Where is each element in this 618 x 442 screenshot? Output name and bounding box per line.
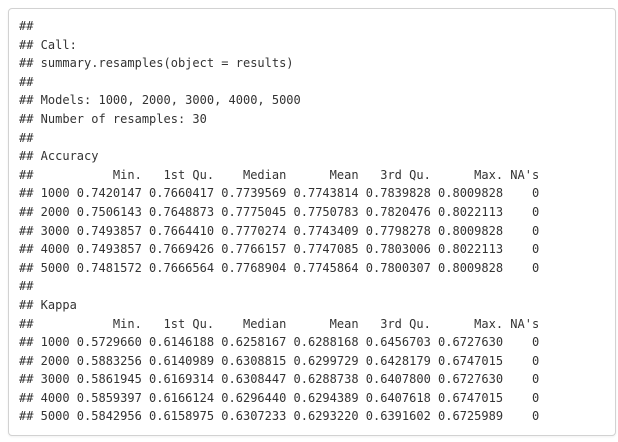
comment-line: ## [19,19,34,33]
accuracy-row-5000: ## 5000 0.7481572 0.7666564 0.7768904 0.… [19,260,540,275]
accuracy-table-header: ## Min. 1st Qu. Median Mean 3rd Qu. Max.… [19,167,540,182]
call-header: ## Call: [19,37,77,52]
kappa-row-4000: ## 4000 0.5859397 0.6166124 0.6296440 0.… [19,390,540,405]
kappa-row-3000: ## 3000 0.5861945 0.6169314 0.6308447 0.… [19,372,540,387]
kappa-row-2000: ## 2000 0.5883256 0.6140989 0.6308815 0.… [19,353,540,368]
accuracy-title: ## Accuracy [19,149,99,164]
kappa-row-1000: ## 1000 0.5729660 0.6146188 0.6258167 0.… [19,335,540,350]
comment-line: ## [19,74,34,89]
kappa-row-5000: ## 5000 0.5842956 0.6158975 0.6307233 0.… [19,409,540,424]
kappa-table-header: ## Min. 1st Qu. Median Mean 3rd Qu. Max.… [19,316,540,331]
kappa-title: ## Kappa [19,297,77,312]
accuracy-row-1000: ## 1000 0.7420147 0.7660417 0.7739569 0.… [19,186,540,201]
resamples-count-line: ## Number of resamples: 30 [19,111,207,126]
comment-line: ## [19,130,34,145]
call-expression: ## summary.resamples(object = results) [19,56,294,71]
console-output: ## ## Call: ## summary.resamples(object = … [19,17,539,426]
accuracy-row-2000: ## 2000 0.7506143 0.7648873 0.7775045 0.… [19,204,540,219]
models-line: ## Models: 1000, 2000, 3000, 4000, 5000 [19,93,301,108]
accuracy-row-4000: ## 4000 0.7493857 0.7669426 0.7766157 0.… [19,242,540,257]
accuracy-row-3000: ## 3000 0.7493857 0.7664410 0.7770274 0.… [19,223,540,238]
r-output-block: ## ## Call: ## summary.resamples(object = … [8,8,616,436]
comment-line: ## [19,279,34,294]
